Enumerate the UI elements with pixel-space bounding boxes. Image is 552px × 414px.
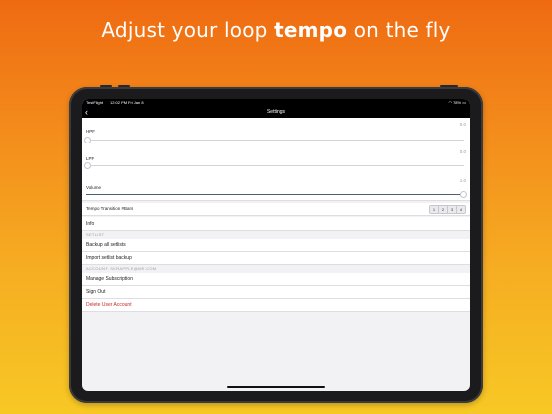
promo-headline: Adjust your loop tempo on the fly — [0, 18, 552, 42]
status-bar: TestFlight 12:02 PM Fri Jan 8 ◠ 78% ▭ — [82, 99, 470, 106]
tempo-option-4[interactable]: 4 — [457, 206, 465, 213]
battery-percent: 78% — [453, 100, 462, 105]
account-section-header: ACCOUNT: SKRAPPLE@ME.COM — [86, 266, 157, 271]
manage-subscription-row[interactable]: Manage Subscription — [82, 273, 470, 286]
import-setlist-label: Import setlist backup — [86, 255, 132, 261]
sign-out-label: Sign Out — [86, 289, 106, 295]
headline-prefix: Adjust your loop — [101, 18, 268, 42]
carrier-label: TestFlight — [86, 100, 104, 105]
settings-list: 0.0 HPF 0.0 LPF 1.0 Volume Tempo Transit… — [82, 118, 470, 391]
hpf-row: 0.0 HPF — [82, 118, 470, 144]
delete-account-label: Delete User Account — [86, 302, 132, 308]
headline-bold: tempo — [274, 18, 348, 42]
lpf-value: 0.0 — [459, 149, 466, 154]
import-setlist-row[interactable]: Import setlist backup — [82, 252, 470, 265]
battery-icon: ▭ — [462, 100, 466, 105]
volume-label: Volume — [86, 185, 102, 190]
lpf-label: LPF — [86, 156, 95, 161]
clock: 12:02 PM — [110, 100, 128, 105]
device-screen: TestFlight 12:02 PM Fri Jan 8 ◠ 78% ▭ ‹ … — [82, 99, 470, 391]
info-label: Info — [86, 221, 95, 227]
lpf-row: 0.0 LPF — [82, 143, 470, 171]
delete-account-row[interactable]: Delete User Account — [82, 299, 470, 312]
info-row[interactable]: Info — [82, 217, 470, 231]
backup-setlists-label: Backup all setlists — [86, 242, 126, 248]
date-label: Fri Jan 8 — [128, 100, 144, 105]
tempo-bars-selector[interactable]: 1 2 3 4 — [429, 205, 466, 214]
hpf-label: HPF — [86, 129, 95, 134]
headline-suffix: on the fly — [353, 18, 451, 42]
volume-value: 1.0 — [459, 178, 466, 183]
tempo-option-2[interactable]: 2 — [439, 206, 448, 213]
tempo-option-1[interactable]: 1 — [430, 206, 439, 213]
volume-slider[interactable] — [86, 191, 467, 198]
backup-setlists-row[interactable]: Backup all setlists — [82, 239, 470, 252]
manage-subscription-label: Manage Subscription — [86, 276, 133, 282]
volume-row: 1.0 Volume — [82, 170, 470, 201]
volume-slider-knob[interactable] — [460, 191, 467, 198]
home-indicator — [227, 386, 325, 388]
lpf-slider[interactable] — [84, 162, 464, 169]
hpf-slider[interactable] — [84, 137, 464, 144]
volume-slider-fill — [86, 194, 464, 195]
tempo-option-3[interactable]: 3 — [448, 206, 457, 213]
setlist-section-header: SETLIST — [86, 232, 105, 237]
hpf-value: 0.0 — [459, 122, 466, 127]
sign-out-row[interactable]: Sign Out — [82, 286, 470, 299]
battery-indicator: ◠ 78% ▭ — [448, 99, 466, 106]
lpf-slider-knob[interactable] — [84, 162, 91, 169]
navigation-bar: ‹ Settings — [82, 106, 470, 118]
wifi-icon: ◠ — [448, 100, 452, 105]
tempo-label: Tempo Transition #Bars — [86, 206, 134, 211]
tempo-row: Tempo Transition #Bars 1 2 3 4 — [82, 203, 470, 216]
page-title: Settings — [266, 109, 286, 115]
